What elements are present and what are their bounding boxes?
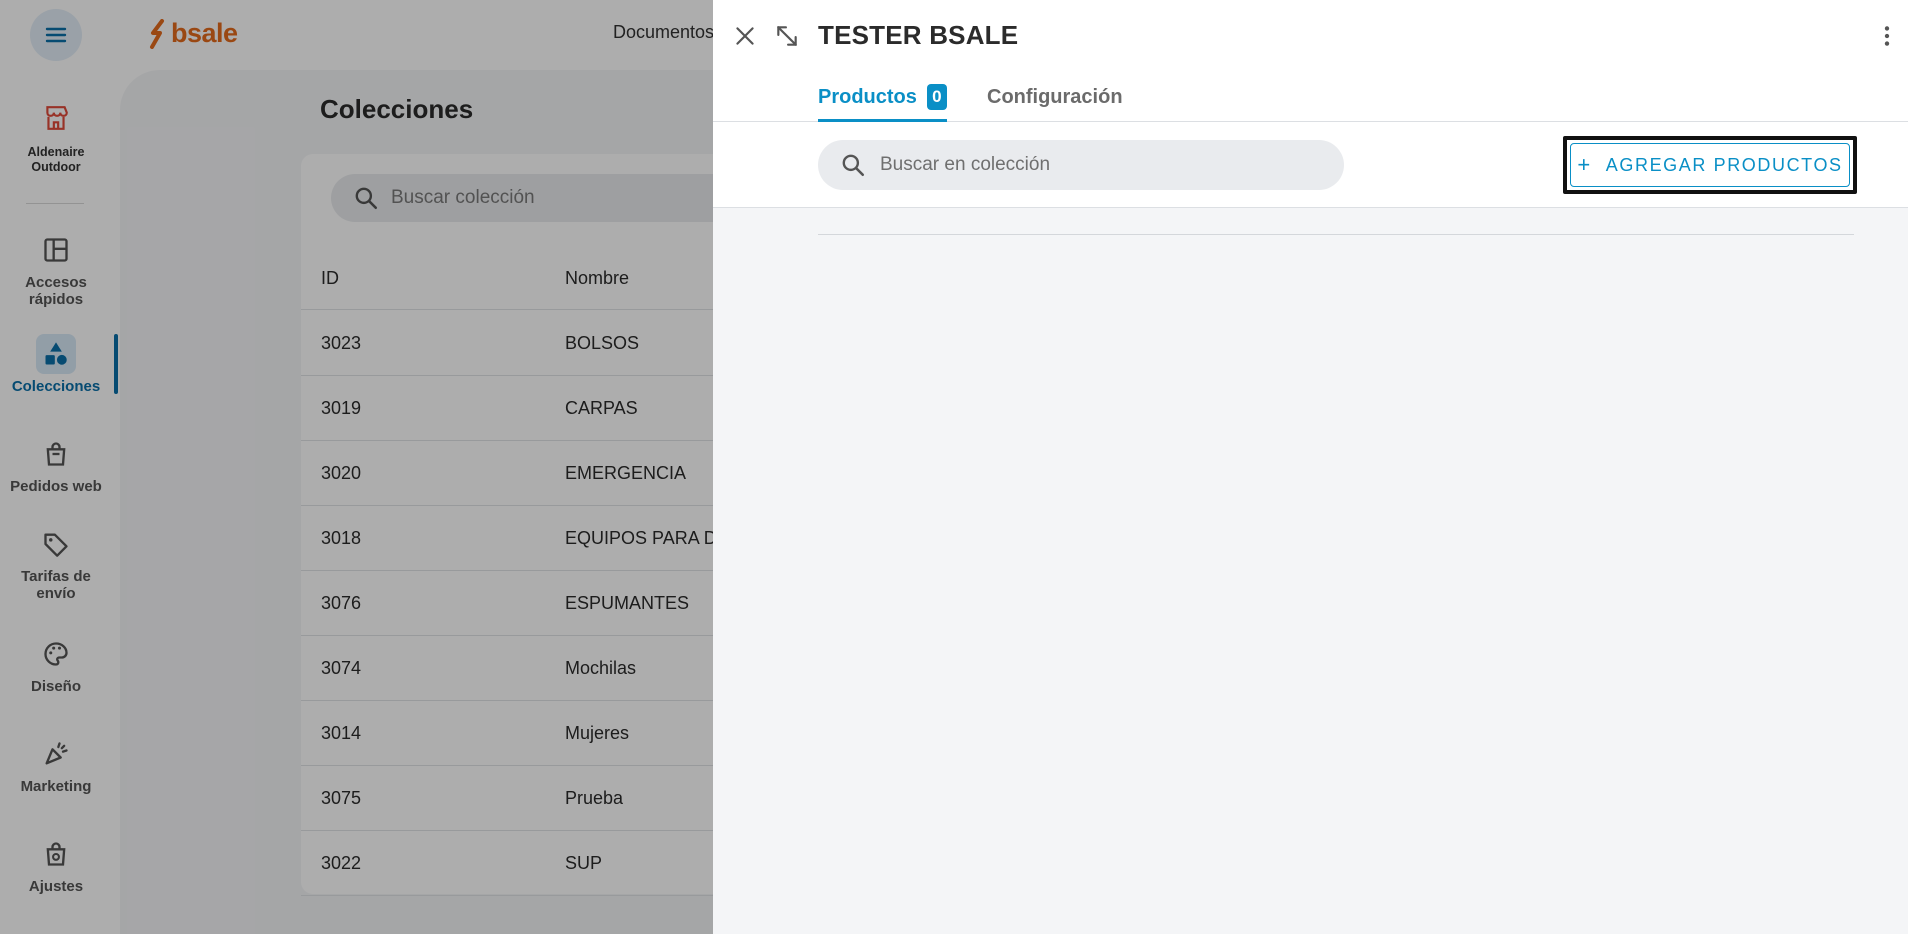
panel-title: TESTER BSALE	[818, 20, 1019, 50]
close-button[interactable]	[729, 20, 761, 52]
collection-products-search-input[interactable]	[880, 154, 1280, 176]
tab-productos-label: Productos	[818, 86, 917, 108]
expand-icon	[777, 26, 797, 46]
product-count-badge: 0	[926, 84, 947, 110]
panel-toolbar: + AGREGAR PRODUCTOS	[713, 122, 1908, 208]
collection-detail-panel: TESTER BSALE Productos 0 Configuración +…	[713, 0, 1908, 934]
plus-icon: +	[1577, 152, 1592, 177]
add-products-label: AGREGAR PRODUCTOS	[1605, 154, 1843, 175]
tab-productos[interactable]: Productos 0	[818, 84, 947, 122]
collection-products-search-field[interactable]	[818, 140, 1344, 190]
add-products-button[interactable]: + AGREGAR PRODUCTOS	[1570, 143, 1850, 187]
more-vertical-icon	[1884, 26, 1890, 46]
tab-configuracion[interactable]: Configuración	[987, 86, 1123, 122]
more-options-button[interactable]	[1873, 20, 1901, 52]
expand-button[interactable]	[771, 20, 803, 52]
product-list-divider	[818, 234, 1854, 235]
search-icon	[842, 154, 865, 177]
tab-configuracion-label: Configuración	[987, 86, 1123, 108]
panel-header: TESTER BSALE Productos 0 Configuración	[713, 0, 1908, 122]
close-icon	[736, 27, 754, 45]
focus-highlight: + AGREGAR PRODUCTOS	[1563, 136, 1857, 194]
